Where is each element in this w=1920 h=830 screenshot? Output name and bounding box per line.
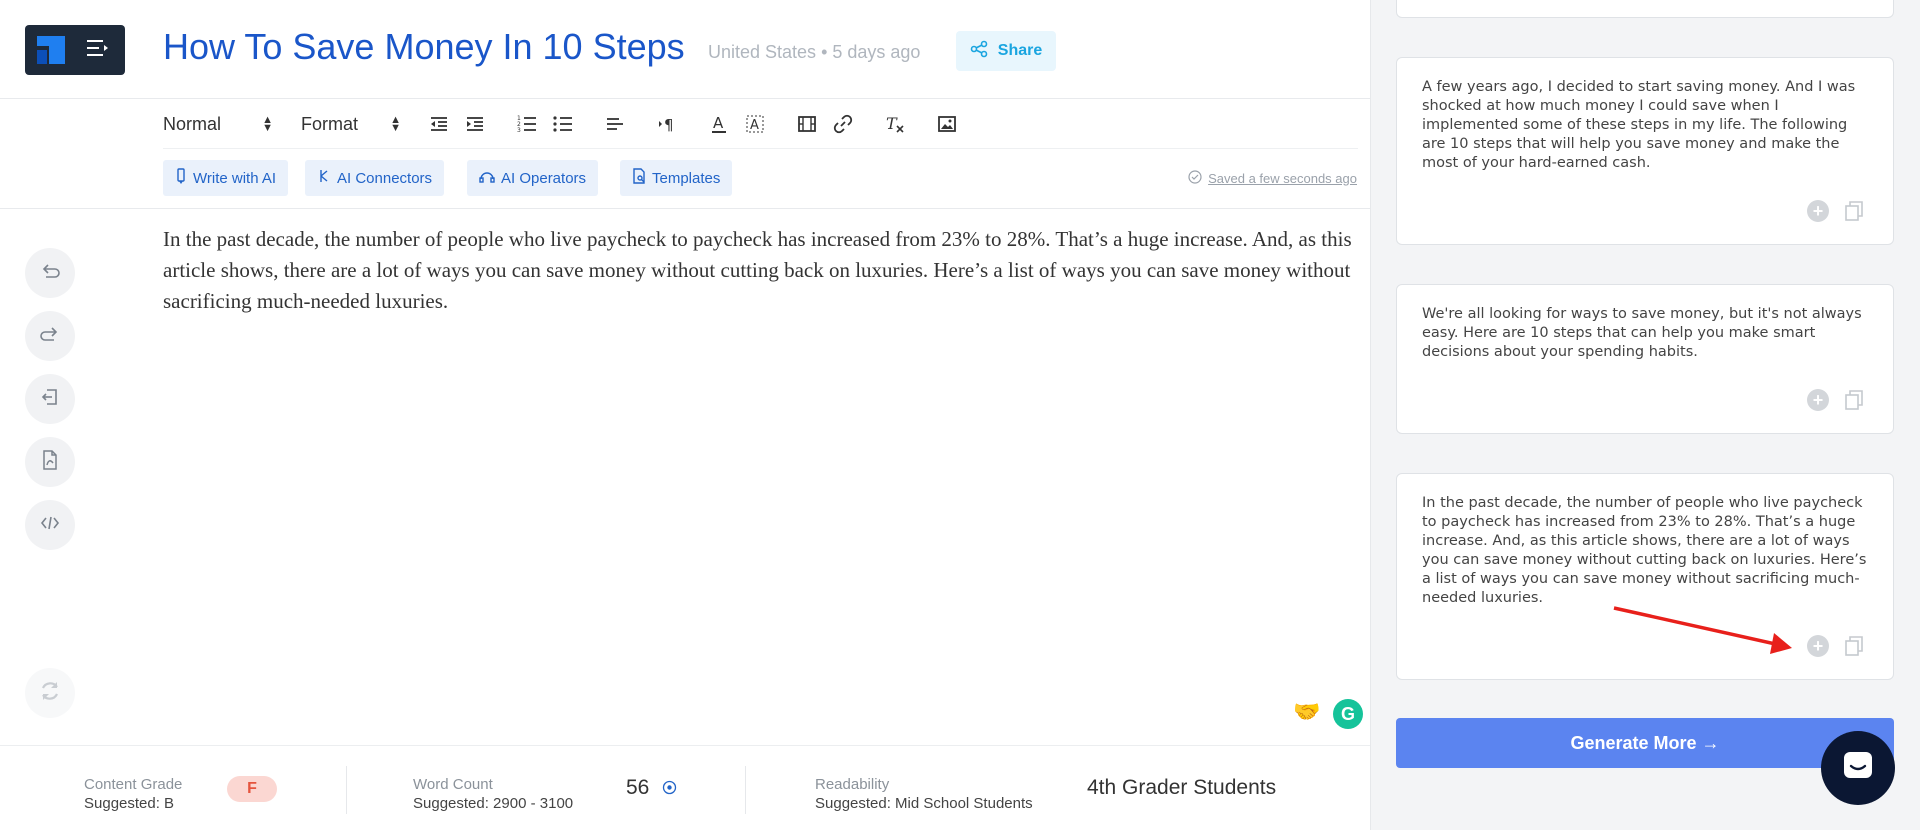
copy-icon[interactable] bbox=[1843, 200, 1865, 222]
indent-icon[interactable] bbox=[463, 112, 487, 136]
share-button[interactable]: Share bbox=[956, 31, 1056, 71]
font-color-icon[interactable]: A bbox=[707, 112, 731, 136]
code-icon bbox=[40, 515, 60, 536]
select-arrows-icon: ▲ ▼ bbox=[390, 114, 401, 134]
word-count-label: Word Count bbox=[413, 776, 493, 793]
ai-connectors-button[interactable]: AI Connectors bbox=[305, 160, 445, 196]
embed-code-button[interactable] bbox=[25, 500, 75, 550]
handshake-icon[interactable]: 🤝 bbox=[1293, 699, 1320, 725]
format-select-value: Format bbox=[301, 113, 359, 134]
suggestion-card[interactable]: A few years ago, I decided to start savi… bbox=[1396, 57, 1894, 245]
suggestion-card[interactable]: We're all looking for ways to save money… bbox=[1396, 284, 1894, 434]
share-label: Share bbox=[997, 42, 1043, 59]
annotation-arrow bbox=[1613, 606, 1792, 654]
page-title[interactable]: How To Save Money In 10 Steps bbox=[163, 26, 685, 68]
word-count-value: 56 bbox=[626, 776, 650, 799]
metric-divider bbox=[346, 766, 347, 814]
pdf-icon bbox=[42, 449, 58, 475]
image-icon[interactable] bbox=[935, 112, 959, 136]
paragraph-style-select[interactable]: Normal ▲ ▼ bbox=[163, 114, 273, 135]
svg-text:A: A bbox=[750, 118, 759, 133]
editor-body[interactable]: In the past decade, the number of people… bbox=[163, 224, 1363, 317]
operator-icon bbox=[479, 169, 495, 187]
svg-text:3: 3 bbox=[517, 127, 521, 133]
header-divider bbox=[0, 98, 1370, 99]
ai-operators-button[interactable]: AI Operators bbox=[467, 160, 599, 196]
readability-label: Readability bbox=[815, 776, 890, 793]
pen-icon bbox=[175, 168, 187, 188]
saved-status-text: Saved a few seconds ago bbox=[1208, 171, 1357, 186]
redo-icon bbox=[40, 325, 60, 348]
video-icon[interactable] bbox=[795, 112, 819, 136]
highlight-icon[interactable]: A bbox=[743, 112, 767, 136]
saved-status: Saved a few seconds ago bbox=[1188, 170, 1357, 187]
menu-icon bbox=[85, 38, 111, 63]
suggestions-panel: A few years ago, I decided to start savi… bbox=[1370, 0, 1920, 830]
template-icon bbox=[632, 168, 646, 188]
format-select[interactable]: Format ▲ ▼ bbox=[301, 114, 401, 135]
ordered-list-icon[interactable]: 123 bbox=[515, 112, 539, 136]
ai-connectors-label: AI Connectors bbox=[337, 169, 433, 187]
clear-format-icon[interactable]: T bbox=[883, 112, 907, 136]
word-count-suggested: Suggested: 2900 - 3100 bbox=[413, 795, 574, 812]
add-icon[interactable]: + bbox=[1807, 200, 1829, 222]
paragraph-style-value: Normal bbox=[163, 113, 222, 134]
generate-more-button[interactable]: Generate More → bbox=[1396, 718, 1894, 768]
suggestion-text: A few years ago, I decided to start savi… bbox=[1422, 79, 1856, 171]
chat-icon bbox=[1841, 749, 1875, 788]
chat-launcher-button[interactable] bbox=[1821, 731, 1895, 805]
app-logo-menu[interactable] bbox=[25, 25, 125, 75]
formatting-toolbar: Normal ▲ ▼ Format ▲ ▼ 123 ¶ A A T bbox=[163, 108, 971, 140]
content-grade-label: Content Grade bbox=[84, 776, 183, 793]
logo-icon bbox=[37, 36, 65, 64]
text-direction-icon[interactable]: ¶ bbox=[655, 112, 679, 136]
refresh-button[interactable] bbox=[25, 668, 75, 718]
share-icon bbox=[970, 40, 988, 63]
metric-divider bbox=[745, 766, 746, 814]
bullet-list-icon[interactable] bbox=[551, 112, 575, 136]
redo-button[interactable] bbox=[25, 311, 75, 361]
content-grade-badge: F bbox=[227, 776, 277, 802]
readability-suggested: Suggested: Mid School Students bbox=[815, 795, 1033, 812]
templates-button[interactable]: Templates bbox=[620, 160, 733, 196]
templates-label: Templates bbox=[652, 169, 721, 187]
write-with-ai-label: Write with AI bbox=[193, 169, 277, 187]
write-with-ai-button[interactable]: Write with AI bbox=[163, 160, 289, 196]
content-grade-suggested: Suggested: B bbox=[84, 795, 175, 812]
suggestion-text: We're all looking for ways to save money… bbox=[1422, 306, 1862, 360]
connector-icon bbox=[317, 168, 331, 188]
add-icon[interactable]: + bbox=[1807, 635, 1829, 657]
suggestion-card-partial bbox=[1396, 0, 1894, 18]
suggestion-text: In the past decade, the number of people… bbox=[1422, 495, 1867, 606]
svg-text:¶: ¶ bbox=[664, 116, 674, 133]
exit-button[interactable] bbox=[25, 374, 75, 424]
metrics-bar: Content Grade Suggested: B F Word Count … bbox=[0, 745, 1370, 830]
ai-operators-label: AI Operators bbox=[501, 169, 587, 187]
outdent-icon[interactable] bbox=[427, 112, 451, 136]
copy-icon[interactable] bbox=[1843, 635, 1865, 657]
add-icon[interactable]: + bbox=[1807, 389, 1829, 411]
check-circle-icon bbox=[1188, 170, 1202, 187]
toolbar-divider bbox=[163, 148, 1358, 149]
target-icon[interactable] bbox=[662, 780, 677, 795]
undo-button[interactable] bbox=[25, 248, 75, 298]
export-pdf-button[interactable] bbox=[25, 437, 75, 487]
refresh-icon bbox=[38, 679, 62, 708]
undo-icon bbox=[40, 262, 60, 285]
exit-icon bbox=[41, 388, 59, 411]
svg-text:A: A bbox=[713, 114, 724, 132]
readability-value: 4th Grader Students bbox=[1087, 776, 1277, 799]
grammarly-icon[interactable]: G bbox=[1333, 699, 1363, 729]
copy-icon[interactable] bbox=[1843, 389, 1865, 411]
editor-divider bbox=[0, 208, 1370, 209]
align-left-icon[interactable] bbox=[603, 112, 627, 136]
document-meta: United States • 5 days ago bbox=[708, 42, 921, 62]
select-arrows-icon: ▲ ▼ bbox=[262, 114, 273, 134]
link-icon[interactable] bbox=[831, 112, 855, 136]
svg-text:T: T bbox=[886, 114, 898, 133]
